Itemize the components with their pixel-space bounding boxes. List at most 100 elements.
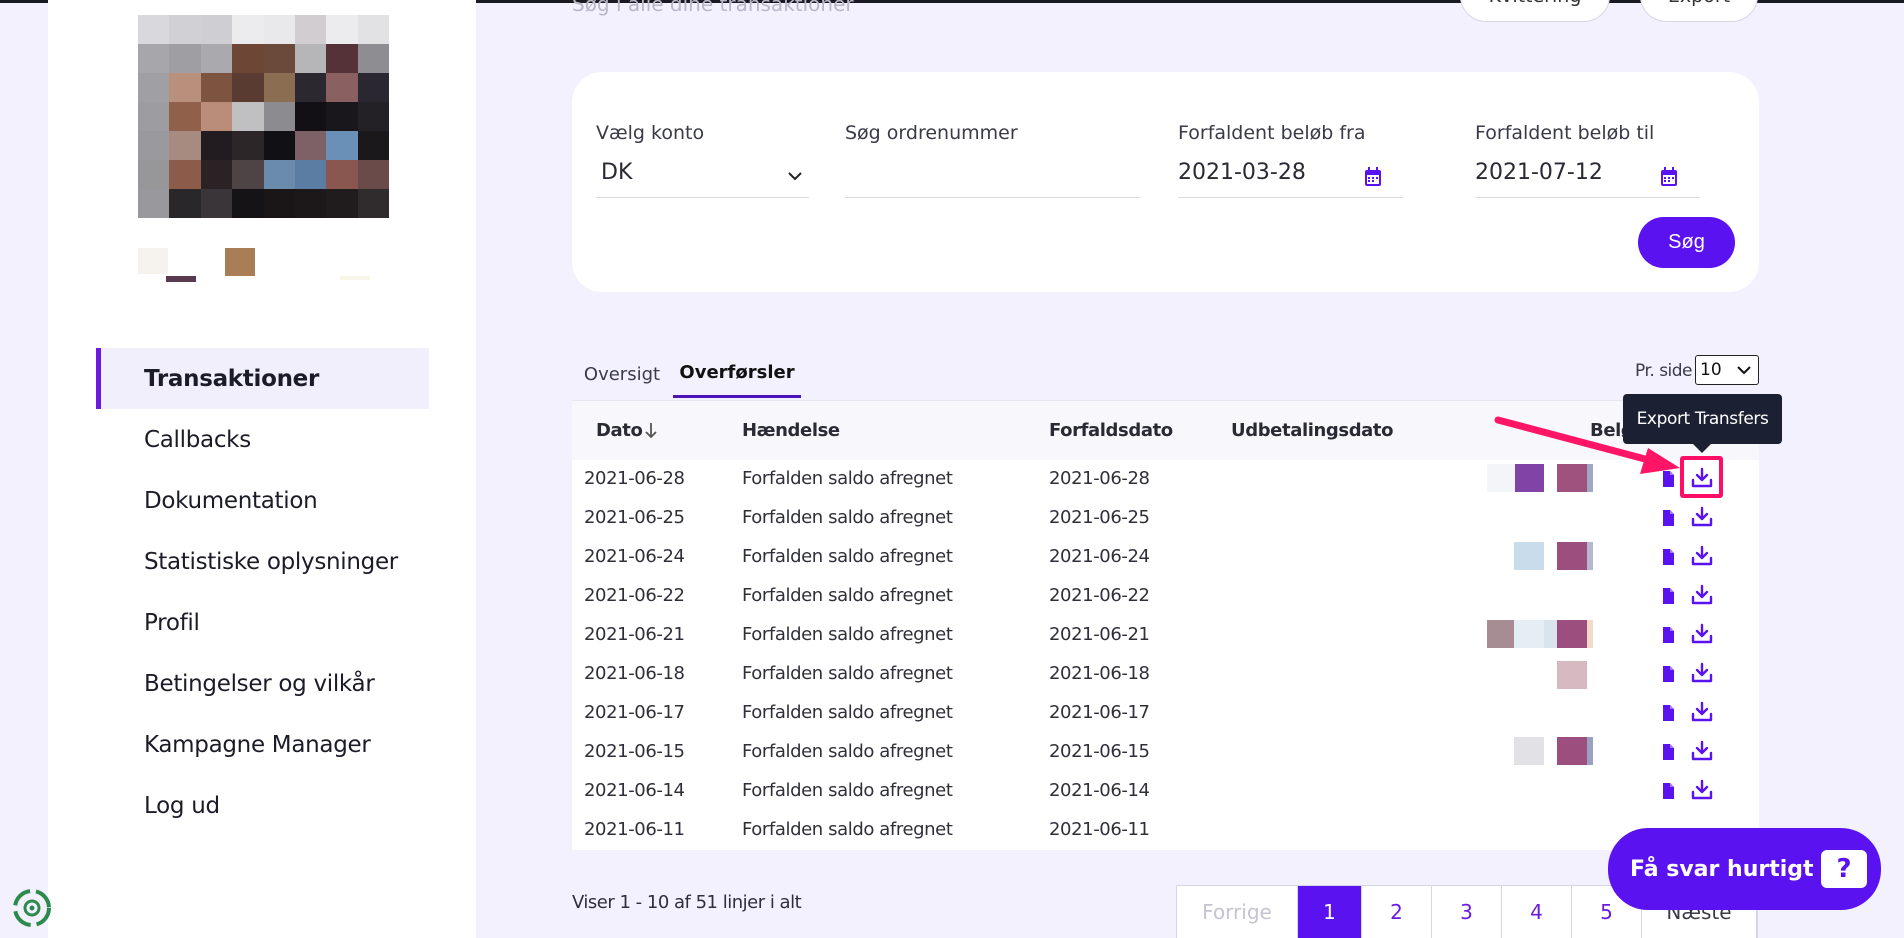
pager-page-3[interactable]: 3 [1432,886,1502,938]
calendar-icon[interactable] [1364,167,1382,187]
tabs-bar: Oversigt Overførsler Pr. side 10 [572,350,1759,400]
avatar-pixel [232,102,264,131]
download-icon[interactable] [1691,623,1713,645]
per-side-value: 10 [1700,360,1722,380]
search-hint[interactable]: Søg i alle dine transaktioner [572,0,854,16]
search-button[interactable]: Søg [1638,217,1735,268]
avatar-pixel [138,44,170,73]
avatar-pixel [200,160,233,189]
cell-due: 2021-06-15 [1049,741,1150,762]
cell-date: 2021-06-11 [584,819,685,840]
document-icon[interactable] [1662,588,1675,604]
download-icon[interactable] [1691,584,1713,606]
header-event: Hændelse [742,420,840,441]
download-icon[interactable] [1691,545,1713,567]
cell-event: Forfalden saldo afregnet [742,741,953,762]
avatar-pixel [232,44,264,73]
table-row: 2021-06-11 Forfalden saldo afregnet 2021-0… [572,811,1759,850]
cell-event: Forfalden saldo afregnet [742,702,953,723]
avatar-pixel [200,102,233,131]
header-due: Forfaldsdato [1049,420,1173,441]
cell-event: Forfalden saldo afregnet [742,546,953,567]
account-label: Vælg konto [596,122,705,144]
pager-page-4[interactable]: 4 [1502,886,1572,938]
avatar-swatch [340,276,370,280]
cell-due: 2021-06-18 [1049,663,1150,684]
pager-prev[interactable]: Forrige [1177,886,1298,938]
header-date[interactable]: Dato [596,420,643,441]
chevron-down-icon[interactable] [787,170,803,182]
amount-pixel [1514,542,1544,570]
avatar-pixel [294,73,327,102]
cell-event: Forfalden saldo afregnet [742,585,953,606]
avatar-pixel [200,131,233,160]
sidebar-item-kampagne-manager[interactable]: Kampagne Manager [96,714,429,775]
sidebar-item-profil[interactable]: Profil [96,592,429,653]
avatar-pixel [138,189,170,218]
cell-event: Forfalden saldo afregnet [742,468,953,489]
avatar-swatch [166,276,196,282]
sidebar-item-callbacks[interactable]: Callbacks [96,409,429,470]
avatar-pixel [200,15,233,44]
cell-date: 2021-06-17 [584,702,685,723]
download-icon[interactable] [1691,506,1713,528]
amount-pixel [1557,737,1587,765]
avatar-pixel [138,160,170,189]
avatar-pixel [294,15,327,44]
cell-event: Forfalden saldo afregnet [742,624,953,645]
help-chat-button[interactable]: Få svar hurtigt ? [1608,828,1881,910]
from-date-input[interactable]: 2021-03-28 [1178,160,1306,185]
download-icon[interactable] [1691,662,1713,684]
avatar-pixel [232,189,264,218]
document-icon[interactable] [1662,510,1675,526]
download-icon[interactable] [1691,701,1713,723]
account-select[interactable]: DK [601,160,632,185]
document-icon[interactable] [1662,705,1675,721]
avatar-pixel [357,73,389,102]
filter-card: Vælg konto DK Søg ordrenummer Forfaldent… [572,72,1759,292]
amount-pixel [1557,542,1587,570]
table-row: 2021-06-14 Forfalden saldo afregnet 2021-0… [572,772,1759,811]
sidebar-item-log-ud[interactable]: Log ud [96,775,429,836]
avatar-pixel [294,160,327,189]
table-row: 2021-06-25 Forfalden saldo afregnet 2021-0… [572,499,1759,538]
recycle-logo-icon[interactable] [10,886,54,930]
order-input[interactable] [845,160,1141,190]
to-date-underline [1475,197,1700,198]
kvittering-button[interactable]: Kvittering [1460,0,1610,22]
tab-overforsler[interactable]: Overførsler [673,350,801,398]
document-icon[interactable] [1662,549,1675,565]
table-row: 2021-06-21 Forfalden saldo afregnet 2021-0… [572,616,1759,655]
avatar-pixel [138,131,170,160]
cell-event: Forfalden saldo afregnet [742,780,953,801]
pager-page-2[interactable]: 2 [1362,886,1432,938]
calendar-icon[interactable] [1660,167,1678,187]
download-icon[interactable] [1691,740,1713,762]
document-icon[interactable] [1662,627,1675,643]
avatar-pixel [169,189,201,218]
pager-page-1[interactable]: 1 [1298,886,1362,938]
document-icon[interactable] [1662,744,1675,760]
cell-date: 2021-06-24 [584,546,685,567]
avatar-pixel [169,44,201,73]
sidebar-item-statistiske-oplysninger[interactable]: Statistiske oplysninger [96,531,429,592]
document-icon[interactable] [1662,666,1675,682]
avatar-pixel [326,160,358,189]
export-button[interactable]: Export [1640,0,1758,22]
cell-date: 2021-06-25 [584,507,685,528]
arrow-down-icon[interactable] [644,422,658,440]
download-icon[interactable] [1691,779,1713,801]
sidebar-item-dokumentation[interactable]: Dokumentation [96,470,429,531]
sidebar-item-transaktioner[interactable]: Transaktioner [96,348,429,409]
avatar-pixel [232,15,264,44]
per-side-select[interactable]: 10 [1695,355,1759,385]
amount-pixel [1587,542,1593,570]
sidebar-item-betingelser[interactable]: Betingelser og vilkår [96,653,429,714]
avatar-pixel [263,189,295,218]
to-date-input[interactable]: 2021-07-12 [1475,160,1603,185]
avatar-pixel [326,44,358,73]
to-date-label: Forfaldent beløb til [1475,122,1655,144]
document-icon[interactable] [1662,783,1675,799]
tab-oversigt[interactable]: Oversigt [572,350,672,398]
question-icon: ? [1821,850,1867,888]
